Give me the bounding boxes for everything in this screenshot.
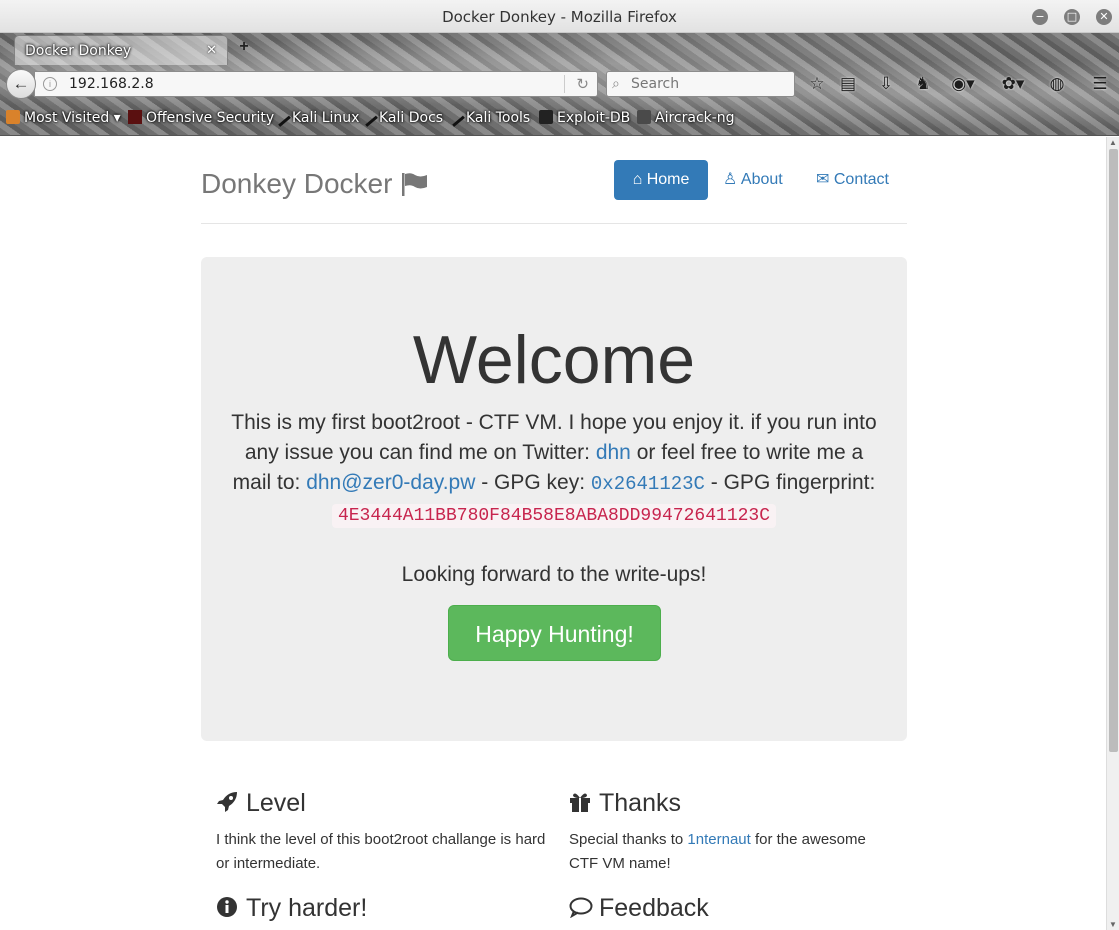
folder-icon xyxy=(6,110,20,124)
url-bar[interactable]: i 192.168.2.8 ↻ xyxy=(34,71,598,97)
feature-level: Level I think the level of this boot2roo… xyxy=(216,789,546,876)
gpg-key-link[interactable]: 0x2641123C xyxy=(591,473,705,495)
gift-icon xyxy=(569,791,593,820)
tab-close-icon[interactable]: ✕ xyxy=(206,42,217,58)
bookmark-kali-tools[interactable]: Kali Tools xyxy=(445,107,531,127)
scrollbar-thumb[interactable] xyxy=(1109,149,1118,752)
nav-home[interactable]: ⌂ Home xyxy=(614,160,708,200)
bookmark-label: Exploit-DB xyxy=(557,110,631,126)
nav-about[interactable]: ♙ About xyxy=(723,160,783,200)
gpg-fingerprint: 4E3444A11BB780F84B58E8ABA8DD99472641123C xyxy=(331,504,777,528)
feature-text-part: Special thanks to xyxy=(569,831,688,848)
home-icon: ⌂ xyxy=(632,171,643,188)
kali-icon xyxy=(271,107,291,127)
nav-contact[interactable]: ✉ Contact xyxy=(816,160,889,200)
bookmark-label: Aircrack-ng xyxy=(655,110,735,126)
header-divider xyxy=(201,223,907,224)
feature-title: Feedback xyxy=(569,894,899,925)
intro-text: This is my first boot2root - CTF VM. I h… xyxy=(229,408,879,531)
bookmark-label: Offensive Security xyxy=(146,110,275,126)
info-circle-icon xyxy=(216,896,240,925)
addon-menu-icon[interactable]: ◉▾ xyxy=(945,73,981,95)
bookmarks-toolbar: Most Visited ▾ Offensive Security Kali L… xyxy=(0,106,1119,134)
email-link[interactable]: dhn@zer0-day.pw xyxy=(306,471,475,494)
looking-forward-text: Looking forward to the write-ups! xyxy=(401,563,707,586)
jumbotron: Welcome This is my first boot2root - CTF… xyxy=(201,257,907,741)
maximize-icon[interactable]: □ xyxy=(1064,9,1080,25)
new-tab-icon[interactable]: + xyxy=(236,39,252,55)
bookmark-most-visited[interactable]: Most Visited ▾ xyxy=(6,110,121,126)
minimize-icon[interactable]: − xyxy=(1032,9,1048,25)
happy-hunting-button[interactable]: Happy Hunting! xyxy=(448,605,661,661)
bookmark-kali-linux[interactable]: Kali Linux xyxy=(271,107,360,127)
tab-docker-donkey[interactable]: Docker Donkey ✕ xyxy=(14,35,228,65)
twitter-link[interactable]: dhn xyxy=(596,441,631,464)
search-bar[interactable]: ⌕ Search xyxy=(606,71,795,97)
bookmark-star-icon[interactable]: ☆ xyxy=(806,73,828,95)
offsec-icon xyxy=(128,110,142,124)
window-titlebar: Docker Donkey - Mozilla Firefox − □ ✕ xyxy=(0,0,1119,33)
scroll-up-icon[interactable]: ▲ xyxy=(1109,138,1117,147)
welcome-heading: Welcome xyxy=(412,322,696,398)
nav-contact-label: Contact xyxy=(833,171,889,188)
bookmark-label: Kali Docs xyxy=(379,110,444,126)
bookmark-label: Kali Tools xyxy=(466,110,531,126)
hamburger-menu-icon[interactable]: ☰ xyxy=(1089,73,1111,95)
tab-label: Docker Donkey xyxy=(25,43,132,59)
search-input[interactable]: Search xyxy=(631,76,679,92)
feature-title-text: Feedback xyxy=(599,894,709,922)
reading-list-icon[interactable]: ▤ xyxy=(837,73,859,95)
feature-title: Level xyxy=(216,789,546,820)
feature-try-harder: Try harder! xyxy=(216,894,546,925)
feature-title: Try harder! xyxy=(216,894,546,925)
feature-thanks: Thanks Special thanks to 1nternaut for t… xyxy=(569,789,899,876)
scroll-down-icon[interactable]: ▼ xyxy=(1109,920,1117,929)
envelope-icon: ✉ xyxy=(816,171,830,188)
feature-text: I think the level of this boot2root chal… xyxy=(216,831,546,872)
user-icon: ♙ xyxy=(723,171,738,188)
nav-about-label: About xyxy=(740,171,783,188)
feature-title-text: Try harder! xyxy=(246,894,368,922)
bookmark-exploit-db[interactable]: Exploit-DB xyxy=(539,110,630,126)
bookmark-offensive-security[interactable]: Offensive Security xyxy=(128,110,274,126)
close-window-icon[interactable]: ✕ xyxy=(1096,9,1112,25)
feature-text: Special thanks to 1nternaut for the awes… xyxy=(569,828,899,876)
rocket-icon xyxy=(216,791,240,820)
back-button[interactable]: ← xyxy=(6,69,36,99)
nav-home-label: Home xyxy=(646,171,690,188)
info-icon[interactable]: i xyxy=(43,77,57,91)
feature-title: Thanks xyxy=(569,789,899,820)
exploitdb-icon xyxy=(539,110,553,124)
reload-icon[interactable]: ↻ xyxy=(576,75,589,93)
search-icon: ⌕ xyxy=(612,75,620,91)
flag-icon xyxy=(400,171,428,203)
intro-part: - GPG key: xyxy=(475,471,591,494)
url-separator xyxy=(564,75,565,93)
bookmark-label: Kali Linux xyxy=(292,110,360,126)
back-arrow-icon: ← xyxy=(12,74,30,93)
page-scrollbar[interactable]: ▲ ▼ xyxy=(1106,137,1119,930)
kali-icon xyxy=(445,107,465,127)
page-viewport: Donkey Docker ⌂ Home ♙ About ✉ Contact W… xyxy=(1,137,1106,930)
aircrack-icon xyxy=(637,110,651,124)
kali-icon xyxy=(358,107,378,127)
bookmark-aircrack-ng[interactable]: Aircrack-ng xyxy=(637,110,735,126)
intro-part: - GPG fingerprint: xyxy=(704,471,876,494)
site-brand[interactable]: Donkey Docker xyxy=(201,168,428,203)
bookmark-kali-docs[interactable]: Kali Docs xyxy=(358,107,444,127)
palette-menu-icon[interactable]: ✿▾ xyxy=(995,73,1031,95)
url-text[interactable]: 192.168.2.8 xyxy=(69,76,154,92)
feature-title-text: Level xyxy=(246,789,306,817)
download-icon[interactable]: ⇩ xyxy=(875,73,897,95)
feature-title-text: Thanks xyxy=(599,789,681,817)
comment-icon xyxy=(569,896,593,925)
web-developer-icon[interactable]: ◍ xyxy=(1046,73,1068,95)
feature-feedback: Feedback xyxy=(569,894,899,925)
brand-text: Donkey Docker xyxy=(201,168,393,199)
internaut-link[interactable]: 1nternaut xyxy=(687,831,750,848)
user-agent-icon[interactable]: ♞ xyxy=(912,73,934,95)
window-title: Docker Donkey - Mozilla Firefox xyxy=(442,8,677,26)
bookmark-label: Most Visited xyxy=(24,110,110,126)
browser-toolbar: Docker Donkey ✕ + i 192.168.2.8 ↻ ← ⌕ Se… xyxy=(0,33,1119,136)
